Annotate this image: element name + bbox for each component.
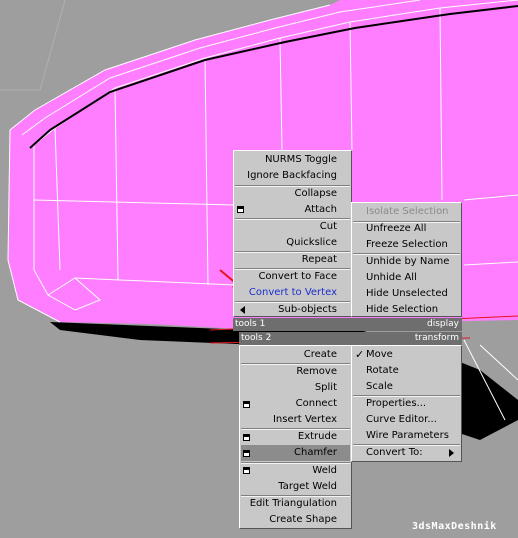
menu-item-move[interactable]: Move — [352, 347, 461, 363]
menu-item-collapse[interactable]: Collapse — [234, 186, 351, 202]
quad-label-tools2: tools 2 — [241, 333, 272, 343]
menu-item-convert-to-face[interactable]: Convert to Face — [234, 269, 351, 285]
menu-item-cut[interactable]: Cut — [234, 219, 351, 235]
quad-menu-transform: ✓ Move Rotate Scale Properties... Curve … — [351, 345, 462, 462]
menu-item-create-shape[interactable]: Create Shape — [240, 512, 351, 528]
quad-header-tools2-transform: tools 2 transform — [239, 332, 462, 345]
menu-item-curve-editor[interactable]: Curve Editor... — [352, 412, 461, 428]
menu-item-isolate-selection[interactable]: Isolate Selection — [352, 204, 461, 220]
menu-item-attach[interactable]: Attach — [234, 202, 351, 218]
menu-item-convert-to-vertex[interactable]: Convert to Vertex — [234, 285, 351, 301]
menu-item-unhide-by-name[interactable]: Unhide by Name — [352, 254, 461, 270]
quad-menu-display: Isolate Selection Unfreeze All Freeze Se… — [351, 202, 462, 317]
menu-item-convert-to[interactable]: Convert To: — [352, 445, 461, 461]
quad-label-transform: transform — [414, 333, 459, 343]
menu-item-split[interactable]: Split — [240, 380, 351, 396]
menu-item-scale[interactable]: Scale — [352, 379, 461, 395]
menu-item-hide-selection[interactable]: Hide Selection — [352, 302, 461, 318]
menu-item-connect[interactable]: Connect — [240, 396, 351, 412]
menu-item-rotate[interactable]: Rotate — [352, 363, 461, 379]
menu-item-insert-vertex[interactable]: Insert Vertex — [240, 412, 351, 428]
quad-label-display: display — [427, 319, 459, 329]
menu-item-remove[interactable]: Remove — [240, 364, 351, 380]
menu-item-extrude[interactable]: Extrude — [240, 429, 351, 445]
quad-menu-tools1: NURMS Toggle Ignore Backfacing Collapse … — [233, 150, 352, 317]
menu-item-nurms-toggle[interactable]: NURMS Toggle — [234, 152, 351, 168]
menu-item-properties[interactable]: Properties... — [352, 396, 461, 412]
quad-label-tools1: tools 1 — [235, 319, 266, 329]
menu-item-target-weld[interactable]: Target Weld — [240, 479, 351, 495]
quad-header-tools1-display: tools 1 display — [233, 318, 462, 331]
submenu-arrow-icon — [449, 449, 454, 457]
menu-item-hide-unselected[interactable]: Hide Unselected — [352, 286, 461, 302]
menu-item-unhide-all[interactable]: Unhide All — [352, 270, 461, 286]
menu-item-ignore-backfacing[interactable]: Ignore Backfacing — [234, 168, 351, 184]
menu-item-freeze-selection[interactable]: Freeze Selection — [352, 237, 461, 253]
menu-item-create[interactable]: Create — [240, 347, 351, 363]
menu-item-unfreeze-all[interactable]: Unfreeze All — [352, 221, 461, 237]
menu-item-edit-triangulation[interactable]: Edit Triangulation — [240, 496, 351, 512]
menu-item-wire-parameters[interactable]: Wire Parameters — [352, 428, 461, 444]
menu-item-repeat[interactable]: Repeat — [234, 252, 351, 268]
menu-item-sub-objects[interactable]: Sub-objects — [234, 302, 351, 318]
menu-item-chamfer[interactable]: Chamfer — [241, 445, 350, 461]
menu-item-quickslice[interactable]: Quickslice — [234, 235, 351, 251]
watermark: 3dsMaxDeshnik — [412, 521, 497, 532]
menu-item-weld[interactable]: Weld — [240, 463, 351, 479]
chamfer-settings-icon[interactable] — [243, 450, 250, 457]
quad-menu-tools2: Create Remove Split Connect Insert Verte… — [239, 345, 352, 529]
